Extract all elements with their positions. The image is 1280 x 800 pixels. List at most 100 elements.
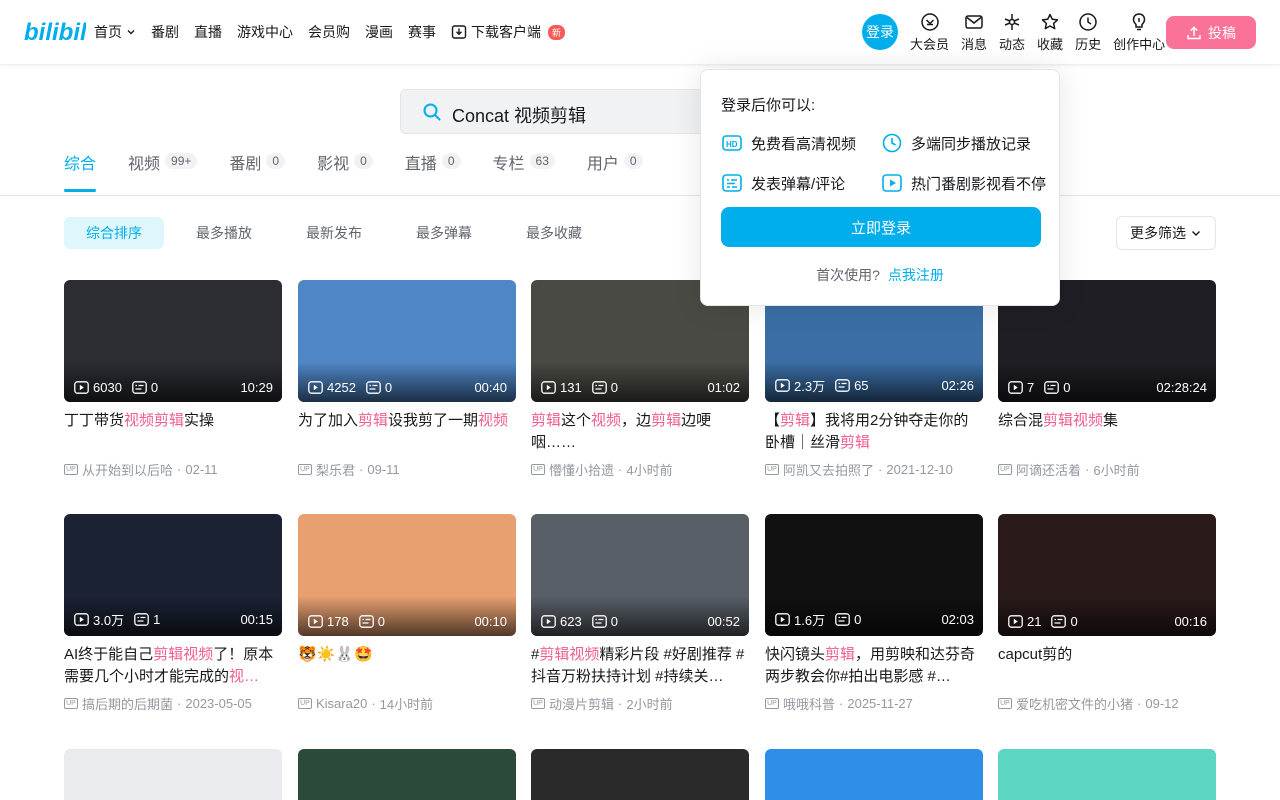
tab-articles[interactable]: 专栏 63: [493, 150, 555, 196]
video-meta: UP 搞后期的后期菌 · 2023-05-05: [64, 694, 282, 713]
video-author[interactable]: 从开始到以后哈: [82, 460, 173, 479]
video-thumbnail[interactable]: [531, 749, 749, 800]
nav-anime[interactable]: 番剧: [151, 22, 179, 42]
video-duration: 10:29: [240, 380, 273, 395]
login-avatar-button[interactable]: 登录: [862, 14, 898, 50]
danmaku-count-icon: [591, 381, 607, 394]
up-icon: UP: [298, 698, 312, 709]
video-author[interactable]: 爱吃机密文件的小猪: [1016, 694, 1133, 713]
message-icon: [965, 15, 983, 29]
nav-esports[interactable]: 赛事: [408, 22, 436, 42]
video-author[interactable]: 梨乐君: [316, 460, 355, 479]
video-author[interactable]: 动漫片剪辑: [549, 694, 614, 713]
bilibili-logo[interactable]: bilibili: [24, 16, 86, 46]
danmaku-count: 0: [1051, 614, 1078, 629]
video-card[interactable]: 3.0万 1 00:15 AI终于能自己剪辑视频了！原本需要几个小时才能完成的视… UP…: [64, 514, 282, 713]
video-card[interactable]: 4252 0 00:40 为了加入剪辑设我剪了一期视频 UP 梨乐君 · 09-11: [298, 280, 516, 479]
message-entry[interactable]: 消息: [955, 12, 993, 53]
play-count-icon: [74, 381, 89, 394]
clock-icon: [882, 133, 902, 153]
tab-all[interactable]: 综合: [64, 150, 97, 196]
video-author[interactable]: 阿谪还活着: [1016, 460, 1081, 479]
video-meta: UP 哦哦科普 · 2025-11-27: [765, 694, 983, 713]
up-icon: UP: [64, 698, 78, 709]
play-count: 623: [541, 614, 582, 629]
video-thumbnail[interactable]: 178 0 00:10: [298, 514, 516, 636]
tab-users[interactable]: 用户 0: [587, 150, 643, 196]
title-text: 集: [1103, 412, 1119, 429]
sort-most-played[interactable]: 最多播放: [174, 217, 274, 249]
video-card[interactable]: 178 0 00:10 🐯☀️🐰🤩 UP Kisara20 · 14小时前: [298, 514, 516, 713]
video-title[interactable]: 剪辑这个视频，边剪辑边哽咽……: [531, 410, 749, 454]
video-title[interactable]: 综合混剪辑视频集: [998, 410, 1216, 454]
up-icon: UP: [298, 464, 312, 475]
video-thumbnail[interactable]: 21 0 00:16: [998, 514, 1216, 636]
video-card[interactable]: 21 0 00:16 capcut剪的 UP 爱吃机密文件的小猪 · 09-12: [998, 514, 1216, 713]
video-title[interactable]: capcut剪的: [998, 644, 1216, 688]
up-icon: UP: [531, 698, 545, 709]
tab-anime[interactable]: 番剧 0: [229, 150, 286, 196]
video-author[interactable]: Kisara20: [316, 696, 367, 711]
video-title[interactable]: AI终于能自己剪辑视频了！原本需要几个小时才能完成的视…: [64, 644, 282, 688]
video-card[interactable]: 6030 0 10:29 丁丁带货视频剪辑实操 UP 从开始到以后哈 · 02-11: [64, 280, 282, 479]
play-count: 21: [1008, 614, 1041, 629]
title-text: 快闪镜头: [765, 646, 826, 663]
video-thumbnail[interactable]: 6030 0 10:29: [64, 280, 282, 402]
video-title[interactable]: #剪辑视频精彩片段 #好剧推荐 #抖音万粉扶持计划 #持续关…: [531, 644, 749, 688]
video-author[interactable]: 懵懂小拾遗: [549, 460, 614, 479]
login-now-button[interactable]: 立即登录: [721, 207, 1041, 247]
creator-center-entry[interactable]: 创作中心: [1107, 12, 1171, 53]
more-filters-button[interactable]: 更多筛选: [1116, 216, 1216, 250]
sort-newest[interactable]: 最新发布: [284, 217, 384, 249]
play-count-icon: [1008, 381, 1023, 394]
video-author[interactable]: 哦哦科普: [783, 694, 835, 713]
nav-download-client[interactable]: 下载客户端 新: [451, 22, 566, 42]
nav-game-center[interactable]: 游戏中心: [237, 22, 293, 42]
vip-entry[interactable]: 大会员: [904, 12, 955, 53]
play-count: 131: [541, 380, 582, 395]
video-thumbnail[interactable]: 623 0 00:52: [531, 514, 749, 636]
video-author[interactable]: 搞后期的后期菌: [82, 694, 173, 713]
register-line: 首次使用? 点我注册: [816, 267, 944, 283]
video-thumbnail[interactable]: [298, 749, 516, 800]
nav-live[interactable]: 直播: [194, 22, 222, 42]
video-card[interactable]: 2.3万 65 02:26 【剪辑】我将用2分钟夺走你的卧槽｜丝滑剪辑 UP 阿凯又去拍照…: [765, 280, 983, 479]
video-title[interactable]: 丁丁带货视频剪辑实操: [64, 410, 282, 454]
tab-video[interactable]: 视频 99+: [128, 150, 198, 196]
favorite-entry[interactable]: 收藏: [1031, 12, 1069, 53]
register-link[interactable]: 点我注册: [888, 267, 944, 283]
sort-most-favorited[interactable]: 最多收藏: [504, 217, 604, 249]
upload-button[interactable]: 投稿: [1166, 16, 1256, 49]
video-title[interactable]: 【剪辑】我将用2分钟夺走你的卧槽｜丝滑剪辑: [765, 410, 983, 454]
video-thumbnail[interactable]: [998, 749, 1216, 800]
video-title[interactable]: 🐯☀️🐰🤩: [298, 644, 516, 688]
video-thumbnail[interactable]: 1.6万 0 02:03: [765, 514, 983, 636]
video-thumbnail[interactable]: [765, 749, 983, 800]
video-card[interactable]: 1.6万 0 02:03 快闪镜头剪辑，用剪映和达芬奇两步教会你#拍出电影感 #… UP…: [765, 514, 983, 713]
sort-default[interactable]: 综合排序: [64, 217, 164, 249]
tab-movies[interactable]: 影视 0: [317, 150, 373, 196]
video-card[interactable]: 131 0 01:02 剪辑这个视频，边剪辑边哽咽…… UP 懵懂小拾遗 · 4小时前: [531, 280, 749, 479]
meta-separator: ·: [371, 696, 376, 711]
chevron-down-icon: [1192, 231, 1200, 236]
danmaku-count: 0: [835, 612, 861, 627]
nav-home[interactable]: 首页: [94, 22, 136, 42]
nav-mall[interactable]: 会员购: [308, 22, 350, 42]
video-author[interactable]: 阿凯又去拍照了: [783, 460, 874, 479]
search-input[interactable]: Concat 视频剪辑: [452, 102, 586, 128]
meta-separator: ·: [839, 696, 844, 711]
title-text: 这个: [561, 412, 592, 429]
dynamic-entry[interactable]: 动态: [993, 12, 1031, 53]
title-text: 🐯☀️🐰🤩: [298, 646, 373, 663]
video-card[interactable]: 7 0 02:28:24 综合混剪辑视频集 UP 阿谪还活着 · 6小时前: [998, 280, 1216, 479]
video-thumbnail[interactable]: 4252 0 00:40: [298, 280, 516, 402]
tab-live[interactable]: 直播 0: [405, 150, 461, 196]
history-entry[interactable]: 历史: [1069, 12, 1107, 53]
video-title[interactable]: 为了加入剪辑设我剪了一期视频: [298, 410, 516, 454]
video-title[interactable]: 快闪镜头剪辑，用剪映和达芬奇两步教会你#拍出电影感 #…: [765, 644, 983, 688]
nav-manga[interactable]: 漫画: [365, 22, 393, 42]
video-card[interactable]: 623 0 00:52 #剪辑视频精彩片段 #好剧推荐 #抖音万粉扶持计划 #持续关……: [531, 514, 749, 713]
sort-most-danmaku[interactable]: 最多弹幕: [394, 217, 494, 249]
video-thumbnail[interactable]: [64, 749, 282, 800]
video-thumbnail[interactable]: 3.0万 1 00:15: [64, 514, 282, 636]
